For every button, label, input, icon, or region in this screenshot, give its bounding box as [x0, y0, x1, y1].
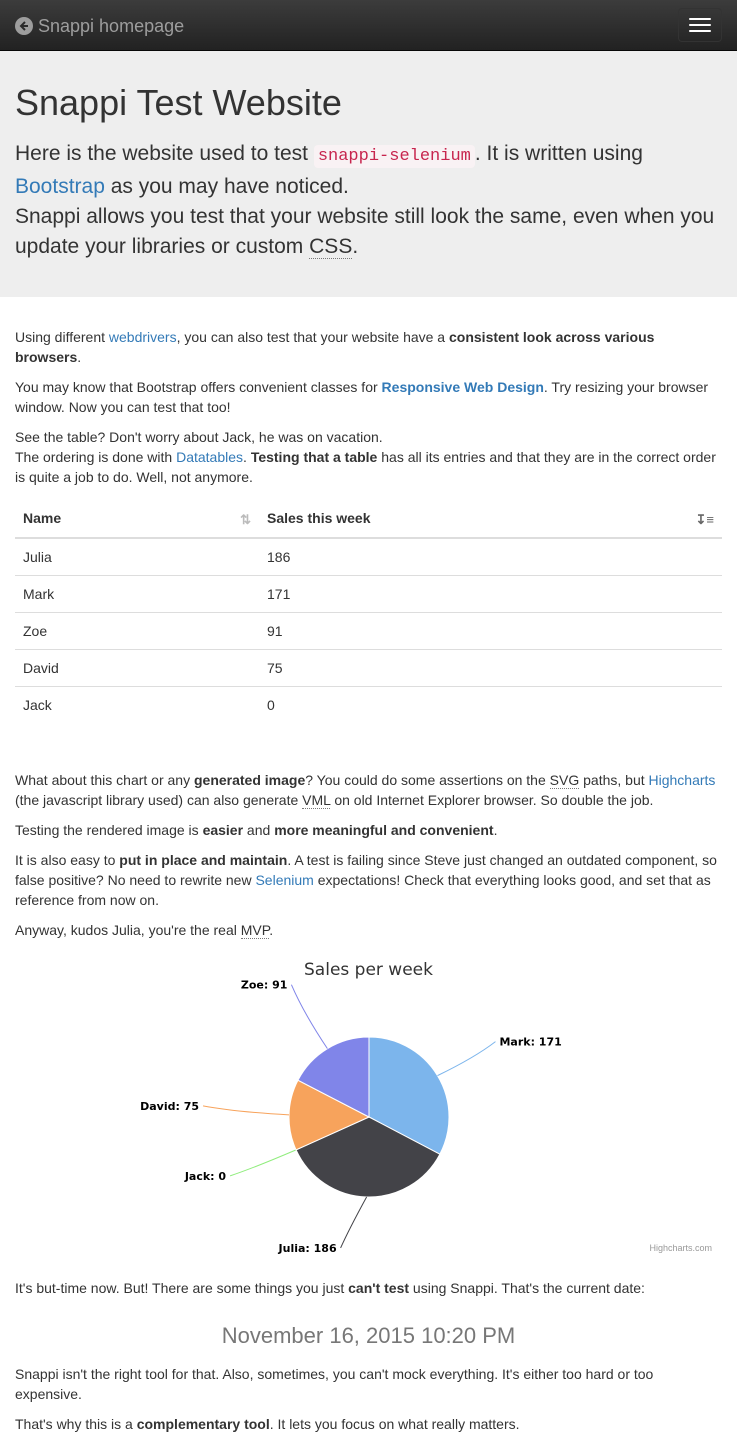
css-abbr: CSS	[309, 235, 353, 259]
sales-table: Name ⇅ Sales this week ↧≡ Julia 186 Mark 1…	[15, 499, 722, 724]
webdrivers-link[interactable]: webdrivers	[109, 329, 177, 345]
chart-title: Sales per week	[304, 959, 433, 980]
selenium-link[interactable]: Selenium	[255, 872, 313, 888]
inline-code: snappi-selenium	[313, 145, 475, 168]
datatables-link[interactable]: Datatables	[176, 449, 243, 465]
chart-paragraph-1: What about this chart or any generated i…	[15, 771, 716, 809]
arrow-left-circle-icon	[15, 17, 33, 35]
chart-paragraph-2: Testing the rendered image is easier and…	[15, 821, 498, 838]
footer-paragraph-2: Snappi isn't the right tool for that. Al…	[15, 1365, 654, 1402]
pie-chart-svg: Mark: 171 Julia: 186 Jack: 0 David: 75 Zoe: …	[140, 978, 562, 1254]
table-row: Mark 171	[15, 575, 722, 613]
chart-paragraph-3: It is also easy to put in place and main…	[15, 851, 717, 908]
table-row: Zoe 91	[15, 612, 722, 650]
main-content: Using different webdrivers, you can also…	[0, 297, 737, 1434]
sort-desc-icon: ↧≡	[695, 512, 714, 527]
data-label-zoe: Zoe: 91	[241, 978, 288, 991]
connector-julia	[340, 1196, 368, 1248]
table-row: Jack 0	[15, 686, 722, 724]
intro-paragraph-1: Using different webdrivers, you can also…	[15, 329, 655, 365]
jumbotron-text-1: Here is the website used to test snappi-…	[15, 142, 643, 198]
data-label-julia: Julia: 186	[278, 1241, 337, 1254]
table-row: David 75	[15, 649, 722, 687]
column-header-name[interactable]: Name ⇅	[15, 499, 259, 539]
footer-paragraph-1: It's but-time now. But! There are some t…	[15, 1279, 645, 1296]
data-label-jack: Jack: 0	[184, 1169, 227, 1182]
navbar: Snappi homepage	[0, 0, 737, 51]
column-header-sales[interactable]: Sales this week ↧≡	[259, 499, 722, 539]
footer-paragraph-3: That's why this is a complementary tool.…	[15, 1415, 520, 1432]
highcharts-link[interactable]: Highcharts	[649, 772, 716, 788]
connector-mark	[437, 1040, 496, 1076]
jumbotron: Snappi Test Website Here is the website …	[0, 51, 737, 297]
jumbotron-text-2: Snappi allows you test that your website…	[15, 205, 715, 259]
sort-both-icon: ⇅	[240, 512, 251, 527]
intro-paragraph-2: You may know that Bootstrap offers conve…	[15, 379, 709, 415]
bootstrap-link[interactable]: Bootstrap	[15, 175, 105, 198]
connector-jack	[229, 1148, 297, 1176]
current-date: November 16, 2015 10:20 PM	[221, 1322, 516, 1348]
connector-david	[202, 1104, 290, 1115]
page-title: Snappi Test Website	[15, 82, 342, 123]
data-label-david: David: 75	[140, 1099, 199, 1112]
pie-chart: Sales per week Mark: 171 Julia: 186 Jack: …	[15, 960, 722, 1260]
highcharts-credits[interactable]: Highcharts.com	[649, 1238, 712, 1258]
chart-paragraph-4: Anyway, kudos Julia, you're the real MVP…	[15, 921, 274, 939]
hamburger-icon	[689, 18, 711, 20]
table-row: Julia 186	[23, 549, 291, 565]
connector-zoe	[290, 983, 328, 1049]
responsive-web-design-link[interactable]: Responsive Web Design	[382, 379, 544, 395]
intro-paragraph-3: See the table? Don't worry about Jack, h…	[15, 429, 716, 485]
data-label-mark: Mark: 171	[499, 1035, 561, 1048]
brand-label: Snappi homepage	[38, 16, 185, 36]
navbar-brand[interactable]: Snappi homepage	[15, 15, 184, 37]
menu-toggle-button[interactable]	[678, 8, 722, 42]
